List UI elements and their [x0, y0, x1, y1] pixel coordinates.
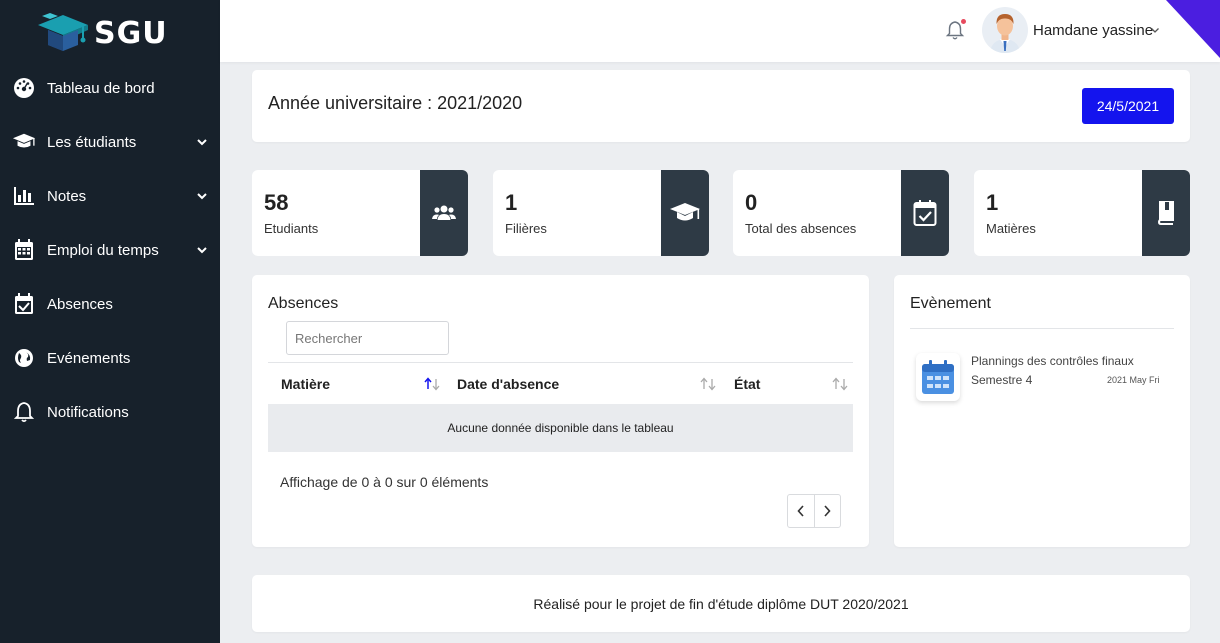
pagination — [787, 494, 841, 528]
calendar-check-icon — [12, 292, 36, 316]
sidebar: SGU Tableau de bord Les étudiants Notes — [0, 0, 220, 643]
dashboard-icon — [12, 76, 36, 100]
table-info: Affichage de 0 à 0 sur 0 éléments — [280, 474, 489, 490]
top-header: Hamdane yassine — [220, 0, 1220, 62]
absences-card: Absences Matière Date d'absence État Auc… — [252, 275, 869, 547]
sidebar-item-notes[interactable]: Notes — [0, 169, 220, 223]
sort-asc-icon[interactable] — [422, 377, 442, 393]
user-name[interactable]: Hamdane yassine — [1033, 22, 1153, 39]
stat-label: Filières — [505, 221, 547, 236]
globe-icon — [12, 346, 36, 370]
stat-card-filieres[interactable]: 1 Filières — [493, 170, 709, 256]
calendar-icon — [12, 238, 36, 262]
sidebar-nav: Tableau de bord Les étudiants Notes Empl… — [0, 61, 220, 439]
stat-value: 1 — [505, 190, 518, 215]
academic-year-title: Année universitaire : 2021/2020 — [268, 93, 523, 113]
calendar-check-icon — [901, 170, 949, 256]
notification-badge — [961, 19, 966, 24]
sidebar-item-tableau-de-bord[interactable]: Tableau de bord — [0, 61, 220, 115]
divider — [910, 328, 1174, 329]
stat-value: 58 — [264, 190, 289, 215]
sidebar-item-evenements[interactable]: Evénements — [0, 331, 220, 385]
chevron-down-icon — [197, 139, 207, 146]
column-header-date-absence[interactable]: Date d'absence — [457, 376, 559, 392]
stat-card-etudiants[interactable]: 58 Etudiants — [252, 170, 468, 256]
stat-card-matieres[interactable]: 1 Matières — [974, 170, 1190, 256]
stat-value: 0 — [745, 190, 758, 215]
sidebar-item-absences[interactable]: Absences — [0, 277, 220, 331]
sidebar-item-label: Emploi du temps — [47, 241, 159, 259]
sidebar-item-label: Les étudiants — [47, 133, 137, 151]
stat-value: 1 — [986, 190, 999, 215]
book-icon — [1142, 170, 1190, 256]
event-name: Plannings des contrôles finaux — [971, 354, 1134, 368]
avatar[interactable] — [982, 7, 1028, 53]
current-date-button[interactable]: 24/5/2021 — [1082, 88, 1174, 124]
absences-title: Absences — [268, 295, 339, 312]
sidebar-item-label: Absences — [47, 295, 113, 313]
chevron-right-icon — [824, 505, 831, 517]
graduation-cap-icon — [661, 170, 709, 256]
column-header-etat[interactable]: État — [734, 376, 760, 392]
graduation-cap-icon — [12, 130, 36, 154]
chevron-down-icon — [197, 247, 207, 254]
logo-text: SGU — [94, 15, 168, 51]
sidebar-item-les-etudiants[interactable]: Les étudiants — [0, 115, 220, 169]
table-header: Matière Date d'absence État — [268, 362, 853, 404]
footer: Réalisé pour le projet de fin d'étude di… — [252, 575, 1190, 632]
stat-label: Matières — [986, 221, 1036, 236]
logo-cap-icon — [38, 13, 88, 51]
users-icon — [420, 170, 468, 256]
chevron-left-icon — [797, 505, 804, 517]
sidebar-item-emploi-du-temps[interactable]: Emploi du temps — [0, 223, 220, 277]
event-item[interactable]: Plannings des contrôles finaux Semestre … — [916, 353, 1172, 403]
column-header-matiere[interactable]: Matière — [281, 376, 330, 392]
academic-year-card: Année universitaire : 2021/2020 24/5/202… — [252, 70, 1190, 142]
chevron-down-icon[interactable] — [1150, 25, 1160, 35]
event-date: 2021 May Fri — [1107, 375, 1160, 385]
stat-label: Total des absences — [745, 221, 857, 236]
sidebar-item-label: Notes — [47, 187, 87, 205]
next-page-button[interactable] — [813, 495, 841, 527]
sidebar-item-label: Evénements — [47, 349, 131, 367]
sort-icon[interactable] — [698, 377, 718, 393]
events-card: Evènement Plannings des contrôles finaux… — [894, 275, 1190, 547]
table-empty-row: Aucune donnée disponible dans le tableau — [268, 404, 853, 452]
event-subtitle: Semestre 4 — [971, 373, 1033, 387]
stat-card-absences[interactable]: 0 Total des absences — [733, 170, 949, 256]
sort-icon[interactable] — [830, 377, 850, 393]
corner-ribbon — [1166, 0, 1220, 58]
events-title: Evènement — [910, 295, 991, 312]
bell-icon — [12, 400, 36, 424]
sidebar-item-label: Notifications — [47, 403, 129, 421]
sidebar-item-notifications[interactable]: Notifications — [0, 385, 220, 439]
event-calendar-icon — [916, 353, 960, 401]
sidebar-item-label: Tableau de bord — [47, 79, 155, 97]
stat-label: Etudiants — [264, 221, 319, 236]
logo[interactable]: SGU — [36, 10, 168, 56]
user-avatar-icon — [990, 14, 1020, 53]
previous-page-button[interactable] — [788, 495, 814, 527]
search-input[interactable] — [286, 321, 449, 355]
bar-chart-icon — [12, 184, 36, 208]
chevron-down-icon — [197, 193, 207, 200]
